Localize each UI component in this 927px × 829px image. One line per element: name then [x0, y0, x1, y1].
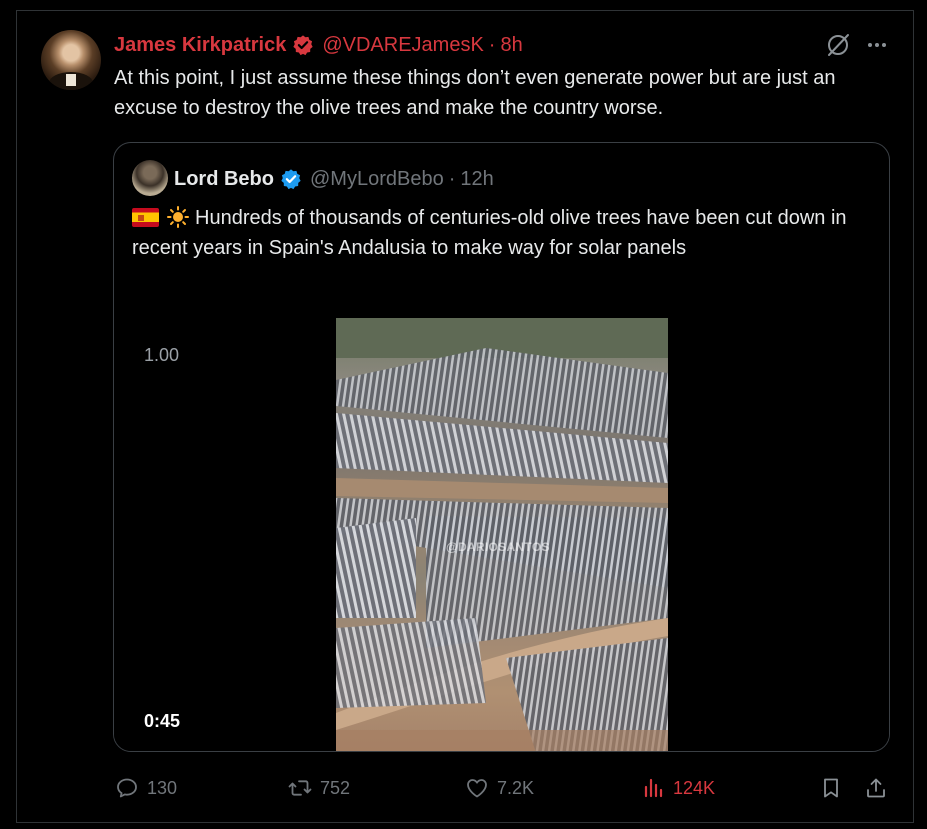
repost-button[interactable]: 752 — [288, 772, 350, 804]
frame-left-border — [16, 10, 17, 823]
quoted-author-avatar[interactable] — [132, 160, 168, 196]
verified-badge-icon[interactable] — [292, 34, 314, 56]
tweet-actions-bar: 130 752 7.2K 124K — [113, 772, 893, 804]
reply-count: 130 — [147, 777, 178, 798]
video-player[interactable]: 1.00 @DARIOSANTOS 0:45 — [114, 318, 889, 751]
header-separator: · — [488, 33, 496, 56]
playback-speed[interactable]: 1.00 — [144, 345, 179, 366]
views-count: 124K — [673, 777, 716, 798]
spain-flag-icon — [132, 208, 159, 227]
quoted-tweet-text: Hundreds of thousands of centuries-old o… — [132, 207, 847, 259]
views-chart-icon — [644, 778, 663, 798]
frame-bottom-border — [16, 822, 914, 823]
video-watermark: @DARIOSANTOS — [446, 540, 550, 554]
quoted-author-name[interactable]: Lord Bebo — [174, 168, 274, 191]
sun-icon — [167, 206, 189, 228]
quoted-tweet-card[interactable]: Lord Bebo @MyLordBebo · 12h Hundreds of … — [113, 142, 890, 752]
bookmark-button[interactable] — [819, 772, 851, 804]
repost-count: 752 — [320, 777, 351, 798]
video-frame[interactable]: @DARIOSANTOS — [336, 318, 668, 751]
quoted-author-handle[interactable]: @MyLordBebo — [310, 168, 444, 191]
video-duration: 0:45 — [144, 711, 181, 731]
tweet-text: At this point, I just assume these thing… — [114, 67, 836, 119]
author-avatar[interactable] — [41, 30, 101, 90]
bookmark-icon — [824, 778, 838, 798]
reply-icon — [117, 778, 137, 798]
share-icon — [867, 778, 885, 798]
quoted-tweet-text-block: Hundreds of thousands of centuries-old o… — [132, 203, 862, 263]
frame-right-border — [913, 10, 914, 823]
more-options-icon[interactable] — [866, 34, 888, 56]
tweet-header: James Kirkpatrick @VDAREJamesK · 8h — [114, 32, 523, 58]
frame-top-border — [16, 10, 914, 11]
verified-badge-icon[interactable] — [280, 168, 302, 190]
avatar-collar — [66, 74, 76, 86]
reply-button[interactable]: 130 — [115, 772, 177, 804]
quoted-tweet-time[interactable]: 12h — [460, 168, 493, 191]
aerial-solar-farm-image — [336, 318, 668, 751]
heart-icon — [467, 779, 487, 798]
grok-icon[interactable] — [825, 32, 851, 58]
views-button[interactable]: 124K — [641, 772, 715, 804]
repost-icon — [288, 780, 312, 796]
quoted-header-separator: · — [448, 167, 456, 190]
like-count: 7.2K — [497, 777, 535, 798]
quoted-tweet-header: Lord Bebo @MyLordBebo · 12h — [174, 165, 494, 193]
share-button[interactable] — [864, 772, 896, 804]
author-name[interactable]: James Kirkpatrick — [114, 34, 286, 57]
author-handle[interactable]: @VDAREJamesK — [322, 34, 483, 57]
tweet-time[interactable]: 8h — [500, 34, 522, 57]
like-button[interactable]: 7.2K — [465, 772, 534, 804]
